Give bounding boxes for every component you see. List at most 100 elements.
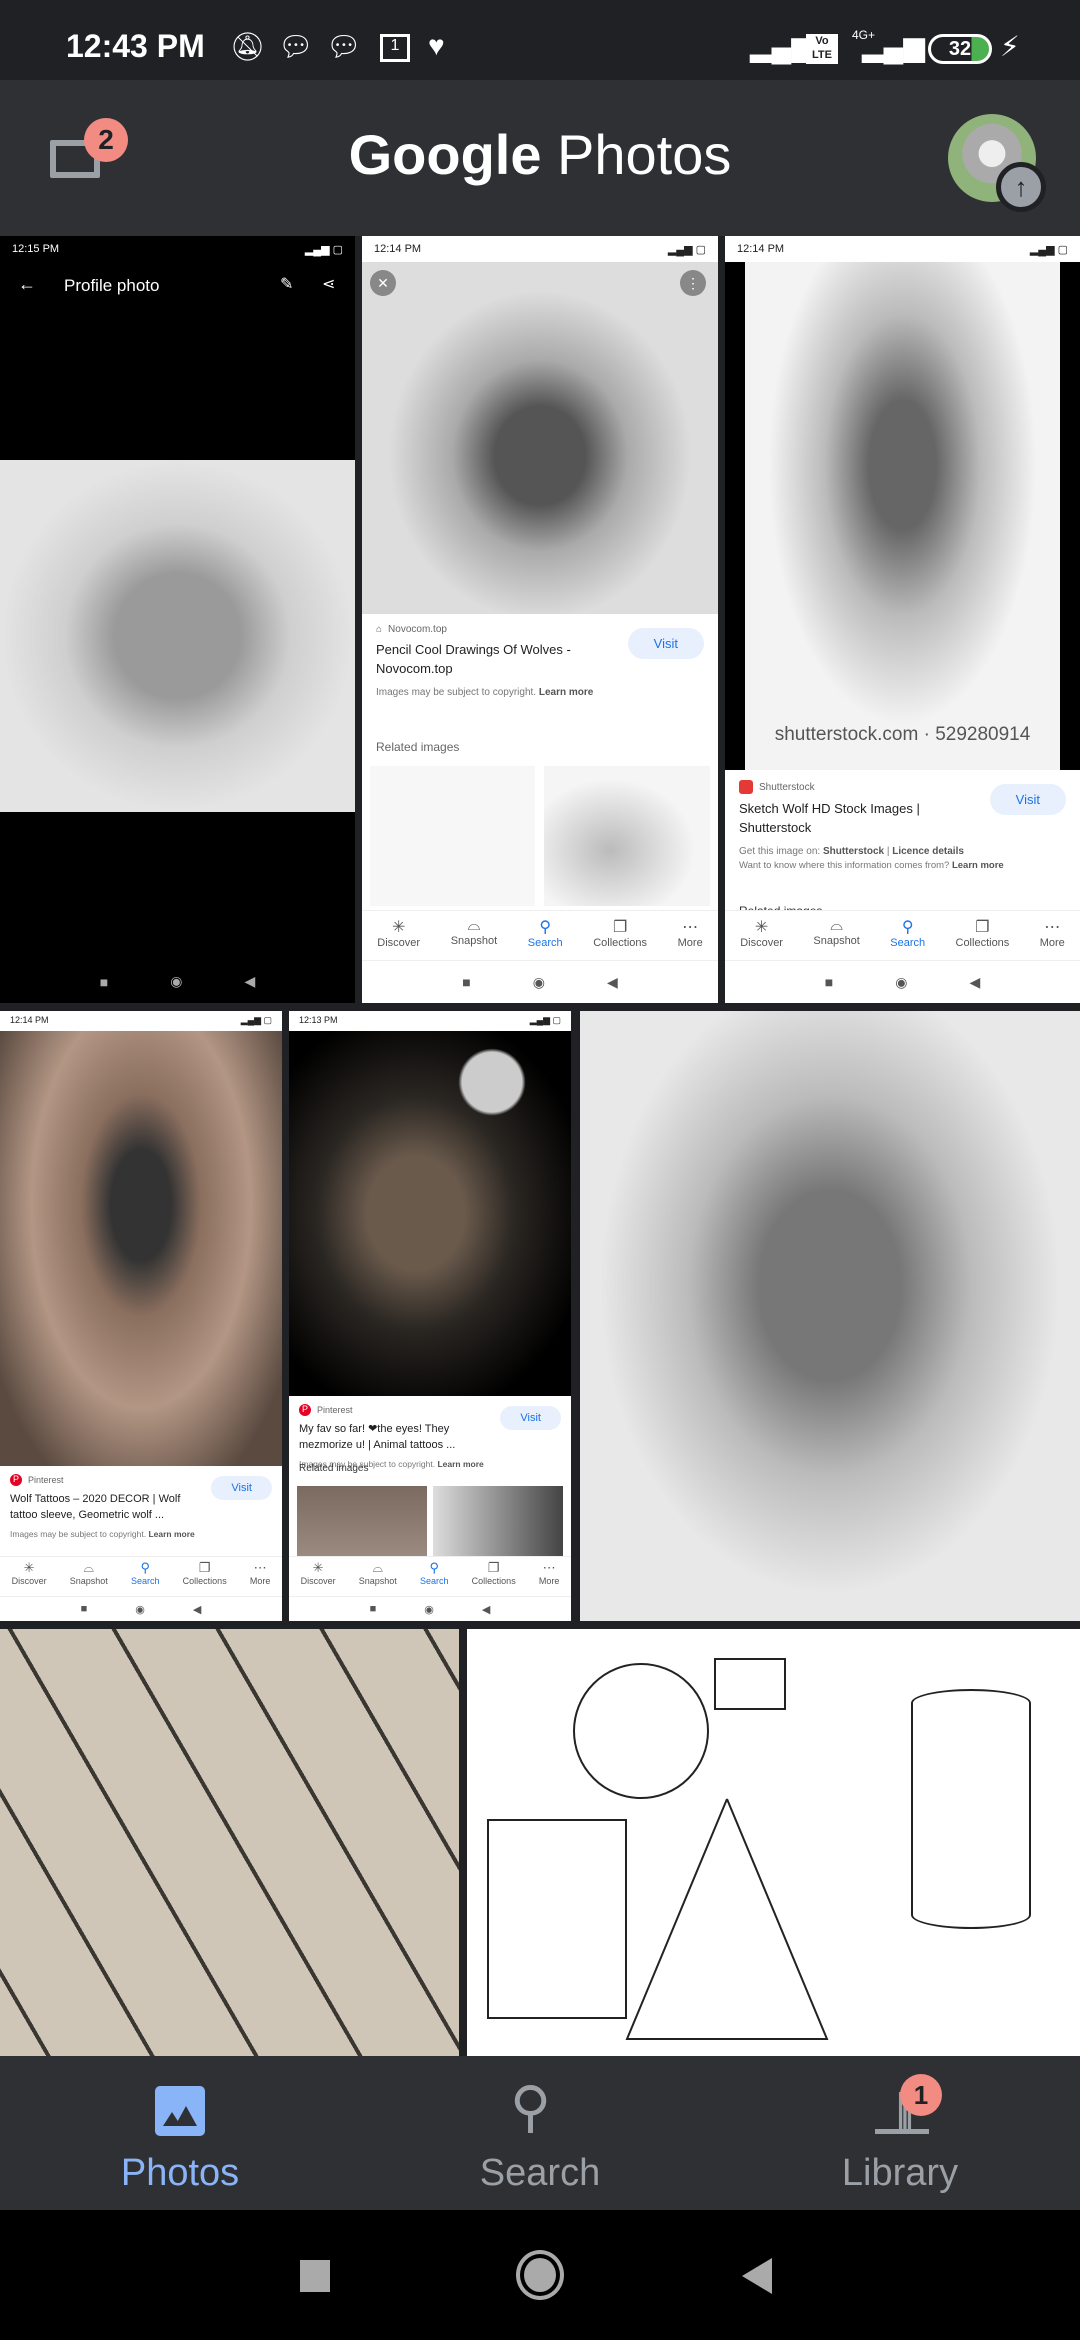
related-image: [370, 766, 535, 906]
more-icon: ⋯: [253, 1560, 267, 1575]
related-image: [544, 766, 710, 906]
photo-thumbnail[interactable]: 12:14 PM ▂▄▆ ▢ ✕ ⋮ ⌂ Novocom.top Pencil Co…: [362, 236, 718, 1003]
snapshot-icon: ⌓: [372, 1560, 383, 1575]
nav-photos[interactable]: Photos: [0, 2056, 360, 2210]
back-icon: ◀: [481, 1603, 491, 1616]
calendar-icon: 1: [380, 34, 410, 62]
discover-icon: ✳: [312, 1560, 324, 1575]
discover-icon: ✳: [391, 919, 406, 936]
photo-thumbnail-geometric-shapes[interactable]: [467, 1629, 1080, 2056]
collections-icon: ❐: [487, 1560, 500, 1575]
thumb-status-icons: ▂▄▆ ▢: [1029, 244, 1068, 256]
app-title: Google Photos: [348, 123, 732, 186]
wolf-tattoo-image: [0, 1031, 282, 1466]
visit-button: Visit: [989, 784, 1066, 815]
result-title: Pencil Cool Drawings Of Wolves - Novocom…: [376, 642, 571, 676]
result-card: Shutterstock Sketch Wolf HD Stock Images…: [725, 770, 1080, 900]
back-icon: ◀: [192, 1603, 202, 1616]
nav-search[interactable]: ⚲ Search: [360, 2056, 720, 2210]
related-heading: Related images: [299, 1463, 369, 1474]
home-icon: ◉: [135, 1603, 145, 1616]
more-vert-icon: ⋮: [680, 270, 706, 296]
search-icon: ⚲: [140, 1560, 150, 1575]
discover-icon: ✳: [754, 919, 769, 936]
snapshot-icon: ⌓: [467, 917, 481, 934]
message-icon: 💬︎: [326, 31, 362, 62]
heart-check-icon: ♥: [428, 30, 445, 61]
result-card: P Pinterest Wolf Tattoos – 2020 DECOR | W…: [0, 1466, 282, 1556]
library-badge: 1: [900, 2074, 942, 2116]
backup-upload-icon: ↑: [996, 162, 1046, 212]
volte-icon: Vo LTE: [806, 34, 838, 64]
related-heading: Related images: [376, 740, 460, 754]
collections-icon: ❐: [975, 919, 990, 936]
photo-thumbnail[interactable]: 12:13 PM ▂▄▆ ▢ P Pinterest My fav so far! …: [289, 1011, 571, 1621]
more-icon: ⋯: [682, 919, 699, 936]
result-card: ⌂ Novocom.top Pencil Cool Drawings Of Wol…: [362, 614, 718, 724]
watermark: shutterstock.com · 529280914: [774, 724, 1031, 745]
recents-icon: ■: [462, 974, 471, 990]
search-icon: ⚲: [539, 919, 552, 936]
battery-icon: 32: [928, 34, 992, 64]
back-arrow-icon: ←: [18, 274, 36, 294]
learn-more-link: Learn more: [538, 686, 594, 698]
photo-thumbnail[interactable]: 12:14 PM ▂▄▆ ▢ shutterstock.com · 5292809…: [725, 236, 1080, 1003]
status-bar: 12:43 PM 🔕︎ 💬︎ 💬︎ 1 ♥ ▂▄▆ Vo LTE 4G+ ▂▄▆…: [0, 0, 1080, 80]
photo-thumbnail[interactable]: 12:15 PM ▂▄▆ ▢ ← Profile photo ✎ ⋖ ■ ◉ ◀: [0, 236, 355, 1003]
back-icon: ◀: [606, 973, 618, 990]
recents-icon: ■: [99, 973, 109, 990]
status-time: 12:43 PM: [66, 28, 205, 64]
more-icon: ⋯: [1044, 919, 1061, 936]
thumb-status-icons: ▂▄▆ ▢: [240, 1015, 272, 1025]
home-button[interactable]: [516, 2250, 564, 2300]
thumb-time: 12:15 PM: [12, 243, 60, 255]
photo-thumbnail-feathers[interactable]: [0, 1629, 459, 2056]
home-icon: ◉: [424, 1603, 434, 1616]
back-icon: ◀: [244, 973, 256, 989]
snapshot-icon: ⌓: [830, 917, 843, 934]
copyright-note: Images may be subject to copyright.: [376, 686, 537, 698]
back-icon: ◀: [969, 973, 981, 990]
nav-library[interactable]: ||| 1 Library: [720, 2056, 1080, 2210]
cone-shape: [625, 1658, 829, 2040]
more-icon: ⋯: [542, 1560, 556, 1575]
lens-tabs: ✳ Discover ⌓ Snapshot ⚲ Search ❐ Collections ⋯ Mo…: [725, 910, 1080, 960]
home-icon: ◉: [895, 973, 908, 990]
home-icon: ⌂: [376, 624, 383, 635]
source-name: Shutterstock: [759, 781, 815, 793]
home-icon: ◉: [170, 973, 183, 989]
thumb-time: 12:14 PM: [10, 1015, 49, 1025]
nav-label: Search: [479, 2152, 601, 2194]
related-image: [433, 1486, 563, 1556]
photo-thumbnail[interactable]: 12:14 PM ▂▄▆ ▢ P Pinterest Wolf Tattoos – …: [0, 1011, 282, 1621]
shutterstock-logo-icon: [739, 780, 753, 794]
photo-thumbnail-geometric-portrait[interactable]: [580, 1011, 1080, 1621]
pinterest-logo-icon: P: [299, 1404, 311, 1416]
recents-icon: ■: [369, 1603, 377, 1615]
result-title: Sketch Wolf HD Stock Images | Shuttersto…: [739, 801, 920, 835]
recents-icon: ■: [80, 1603, 88, 1615]
edit-icon: ✎: [280, 276, 294, 293]
howling-wolf-image: [745, 262, 1060, 770]
image-frame: shutterstock.com · 529280914: [725, 262, 1080, 770]
thumb-time: 12:13 PM: [299, 1015, 338, 1025]
thumb-time: 12:14 PM: [737, 243, 785, 255]
share-icon: ⋖: [322, 276, 336, 293]
search-icon: ⚲: [510, 2075, 552, 2138]
toolbar-title: Profile photo: [64, 276, 160, 295]
snapshot-icon: ⌓: [83, 1560, 94, 1575]
lens-tabs: ✳ Discover ⌓ Snapshot ⚲ Search ❐ Collections ⋯ Mo…: [289, 1556, 571, 1596]
recents-button[interactable]: [300, 2260, 330, 2292]
mute-bell-icon: 🔕︎: [230, 31, 266, 62]
lens-tabs: ✳ Discover ⌓ Snapshot ⚲ Search ❐ Collections ⋯ Mo…: [0, 1556, 282, 1596]
nav-label: Photos: [120, 2152, 240, 2194]
nav-label: Library: [841, 2152, 959, 2194]
related-image: [297, 1486, 427, 1556]
system-navigation-bar: [0, 2210, 1080, 2340]
lens-tabs: ✳ Discover ⌓ Snapshot ⚲ Search ❐ Collections ⋯ Mo…: [362, 910, 718, 960]
thumb-status-icons: ▂▄▆ ▢: [529, 1015, 561, 1025]
thumb-time: 12:14 PM: [374, 243, 422, 255]
back-button[interactable]: [742, 2258, 772, 2294]
signal-icon: ▂▄▆: [862, 31, 925, 62]
signal-icon: ▂▄▆: [750, 31, 813, 62]
